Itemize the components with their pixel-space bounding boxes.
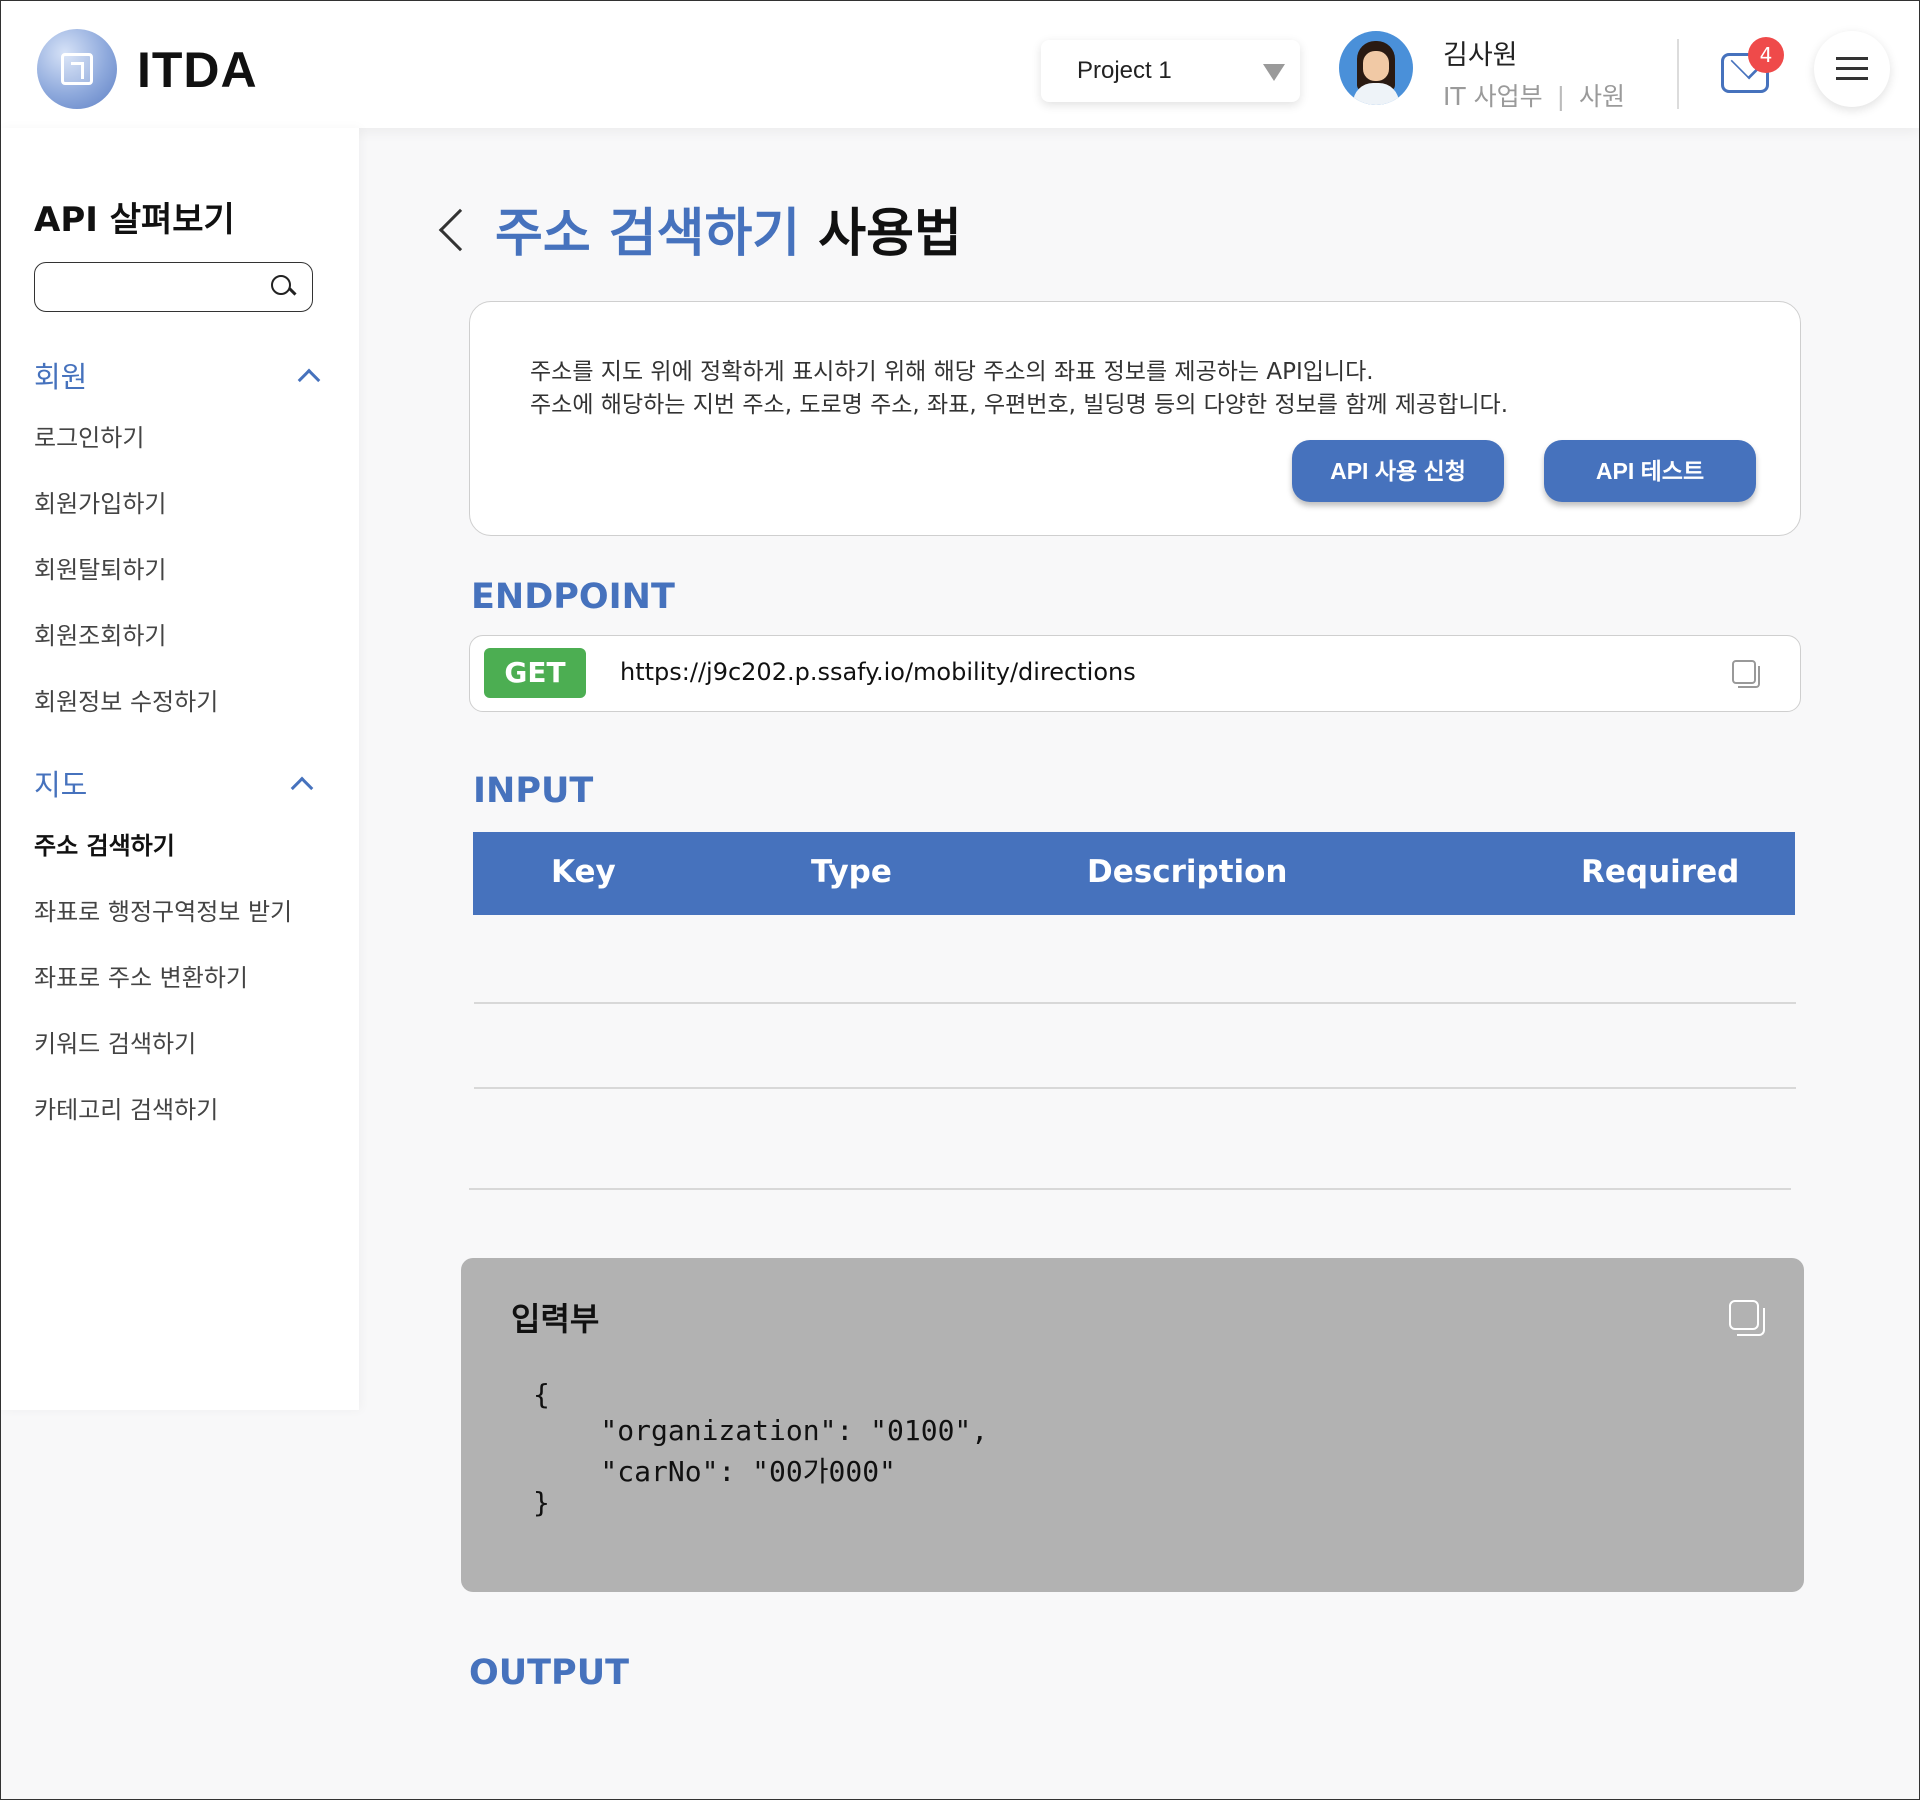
sidebar-group-member[interactable]: 회원 <box>34 354 87 396</box>
user-role: 사원 <box>1579 82 1626 111</box>
code-line: } <box>533 1486 550 1519</box>
menu-icon-bar <box>1836 67 1868 70</box>
sidebar-item-coord-address[interactable]: 좌표로 주소 변환하기 <box>34 958 248 993</box>
sidebar-item-signup[interactable]: 회원가입하기 <box>34 484 166 519</box>
column-header-required: Required <box>1581 854 1740 890</box>
sidebar-item-member-lookup[interactable]: 회원조회하기 <box>34 616 166 651</box>
page-title: 주소 검색하기 사용법 <box>495 191 962 266</box>
code-line: { <box>533 1378 550 1411</box>
menu-icon-bar <box>1836 77 1868 80</box>
page-title-suffix: 사용법 <box>818 204 962 264</box>
code-line: "organization": "0100", <box>533 1414 989 1447</box>
header-divider <box>1677 39 1679 109</box>
top-bar: ITDA Project 1 김사원 IT 사업부 | 사원 4 <box>1 1 1919 128</box>
search-icon[interactable] <box>271 275 297 301</box>
table-row-divider <box>474 1002 1796 1004</box>
sidebar-item-withdraw[interactable]: 회원탈퇴하기 <box>34 550 166 585</box>
table-row-divider <box>469 1188 1791 1190</box>
api-test-button[interactable]: API 테스트 <box>1544 440 1756 502</box>
endpoint-url: https://j9c202.p.ssafy.io/mobility/direc… <box>620 658 1136 686</box>
table-row-divider <box>474 1087 1796 1089</box>
endpoint-box: GET https://j9c202.p.ssafy.io/mobility/d… <box>469 635 1801 712</box>
sidebar-item-member-edit[interactable]: 회원정보 수정하기 <box>34 682 218 717</box>
search-input[interactable] <box>45 269 265 305</box>
sidebar-search <box>34 262 313 312</box>
hamburger-menu-button[interactable] <box>1814 31 1890 107</box>
code-line: "carNo": "00가000" <box>533 1455 896 1488</box>
column-header-key: Key <box>551 854 616 890</box>
user-dept-label: IT 사업부 <box>1443 82 1543 111</box>
sidebar-item-address-search[interactable]: 주소 검색하기 <box>34 826 175 861</box>
user-name: 김사원 <box>1443 40 1518 71</box>
project-select-value: Project 1 <box>1077 57 1172 84</box>
input-section-title: INPUT <box>473 771 594 811</box>
sidebar-item-category-search[interactable]: 카테고리 검색하기 <box>34 1090 218 1125</box>
copy-icon[interactable] <box>1732 660 1760 688</box>
api-apply-button[interactable]: API 사용 신청 <box>1292 440 1504 502</box>
sidebar-title: API 살펴보기 <box>34 200 235 240</box>
notification-badge: 4 <box>1748 37 1784 73</box>
sidebar-item-coord-region[interactable]: 좌표로 행정구역정보 받기 <box>34 892 292 927</box>
sidebar-item-login[interactable]: 로그인하기 <box>34 418 144 453</box>
request-code-box: 입력부 { "organization": "0100", "carNo": "… <box>461 1258 1804 1592</box>
project-select[interactable]: Project 1 <box>1041 40 1300 102</box>
sidebar-group-map[interactable]: 지도 <box>34 762 87 804</box>
user-info-separator: | <box>1556 82 1566 111</box>
copy-icon[interactable] <box>1729 1300 1765 1336</box>
endpoint-section-title: ENDPOINT <box>471 577 675 617</box>
description-line: 주소를 지도 위에 정확하게 표시하기 위해 해당 주소의 좌표 정보를 제공하… <box>530 359 1374 385</box>
code-box-title: 입력부 <box>511 1300 600 1338</box>
back-chevron-icon[interactable] <box>438 208 482 252</box>
sidebar: API 살펴보기 회원 로그인하기 회원가입하기 회원탈퇴하기 회원조회하기 회… <box>1 128 359 1410</box>
chevron-up-icon[interactable] <box>290 776 314 800</box>
table-header: Key Type Description Required <box>473 832 1795 915</box>
intro-card: 주소를 지도 위에 정확하게 표시하기 위해 해당 주소의 좌표 정보를 제공하… <box>469 301 1801 536</box>
logo-text[interactable]: ITDA <box>137 41 258 99</box>
menu-icon-bar <box>1836 57 1868 60</box>
http-method-badge: GET <box>484 648 586 698</box>
column-header-type: Type <box>811 854 892 890</box>
chevron-up-icon[interactable] <box>297 368 321 392</box>
output-section-title: OUTPUT <box>469 1653 629 1693</box>
description-line: 주소에 해당하는 지번 주소, 도로명 주소, 좌표, 우편번호, 빌딩명 등의… <box>530 392 1508 418</box>
avatar[interactable] <box>1339 31 1413 105</box>
caret-down-icon <box>1263 64 1285 81</box>
logo-icon[interactable] <box>37 29 117 109</box>
user-dept: IT 사업부 | 사원 <box>1443 77 1625 113</box>
sidebar-item-keyword-search[interactable]: 키워드 검색하기 <box>34 1024 196 1059</box>
page-title-highlight: 주소 검색하기 <box>495 204 801 264</box>
column-header-description: Description <box>1087 854 1288 890</box>
